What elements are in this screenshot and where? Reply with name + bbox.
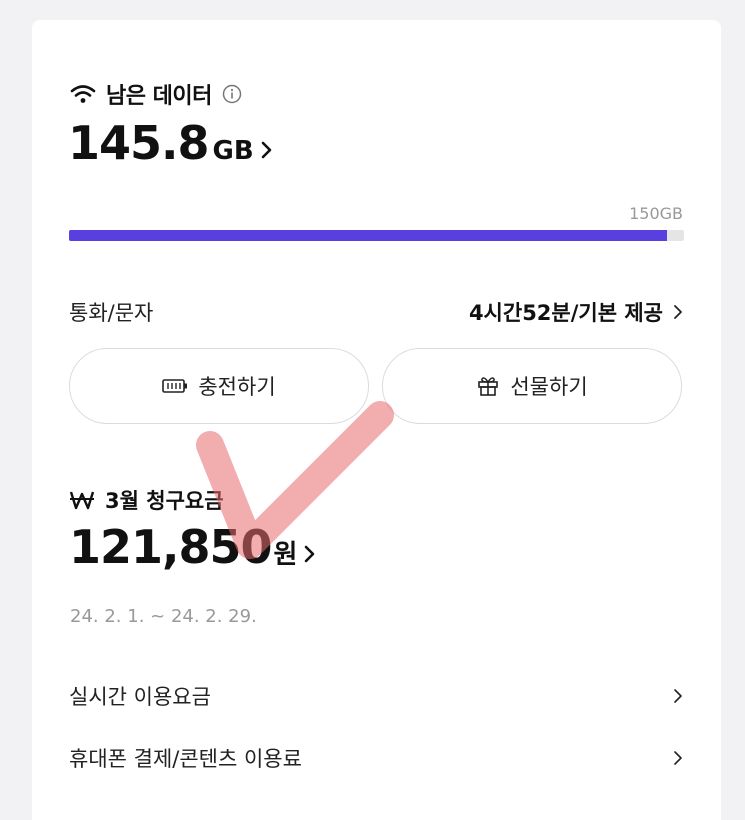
info-icon[interactable] bbox=[222, 84, 242, 104]
gift-button[interactable]: 선물하기 bbox=[382, 348, 682, 424]
gift-button-label: 선물하기 bbox=[510, 375, 588, 399]
bill-header: 3월 청구요금 bbox=[69, 480, 224, 520]
charge-button-label: 충전하기 bbox=[198, 375, 276, 399]
remaining-data-header: 남은 데이터 bbox=[70, 76, 242, 112]
bill-period: 24. 2. 1. ~ 24. 2. 29. bbox=[70, 606, 257, 627]
menu-item-label: 실시간 이용요금 bbox=[69, 685, 211, 709]
bill-amount[interactable]: 121,850 원 bbox=[69, 520, 317, 574]
remaining-data-title: 남은 데이터 bbox=[106, 84, 212, 109]
won-icon bbox=[69, 491, 95, 510]
menu-item-realtime-usage[interactable]: 실시간 이용요금 bbox=[69, 674, 683, 718]
remaining-data-unit: GB bbox=[212, 136, 254, 166]
remaining-data-value: 145.8 bbox=[68, 116, 210, 170]
chevron-right-icon bbox=[674, 305, 682, 319]
bill-title: 3월 청구요금 bbox=[105, 489, 224, 513]
account-summary-card: 남은 데이터 145.8 GB 150GB 통화/문자 4시간52분/기본 제공 bbox=[32, 20, 721, 820]
bill-amount-unit: 원 bbox=[273, 540, 298, 570]
battery-icon bbox=[162, 379, 188, 393]
data-total: 150GB bbox=[629, 204, 683, 223]
bill-amount-value: 121,850 bbox=[69, 520, 273, 574]
charge-button[interactable]: 충전하기 bbox=[69, 348, 369, 424]
remaining-data-amount[interactable]: 145.8 GB bbox=[68, 116, 274, 170]
menu-item-label: 휴대폰 결제/콘텐츠 이용료 bbox=[69, 747, 302, 771]
wifi-icon bbox=[70, 85, 96, 103]
call-text-value-group: 4시간52분/기본 제공 bbox=[469, 297, 683, 327]
call-text-value: 4시간52분/기본 제공 bbox=[468, 301, 663, 325]
chevron-right-icon bbox=[674, 689, 682, 703]
gift-icon bbox=[478, 377, 499, 396]
call-text-row[interactable]: 통화/문자 4시간52분/기본 제공 bbox=[69, 292, 683, 332]
chevron-right-icon bbox=[674, 751, 682, 765]
data-progress-bar bbox=[69, 230, 684, 241]
chevron-right-icon bbox=[305, 545, 315, 563]
data-progress-fill bbox=[69, 230, 667, 241]
call-text-label: 통화/문자 bbox=[69, 301, 154, 325]
menu-item-payment-content[interactable]: 휴대폰 결제/콘텐츠 이용료 bbox=[69, 736, 683, 780]
chevron-right-icon bbox=[261, 141, 271, 159]
